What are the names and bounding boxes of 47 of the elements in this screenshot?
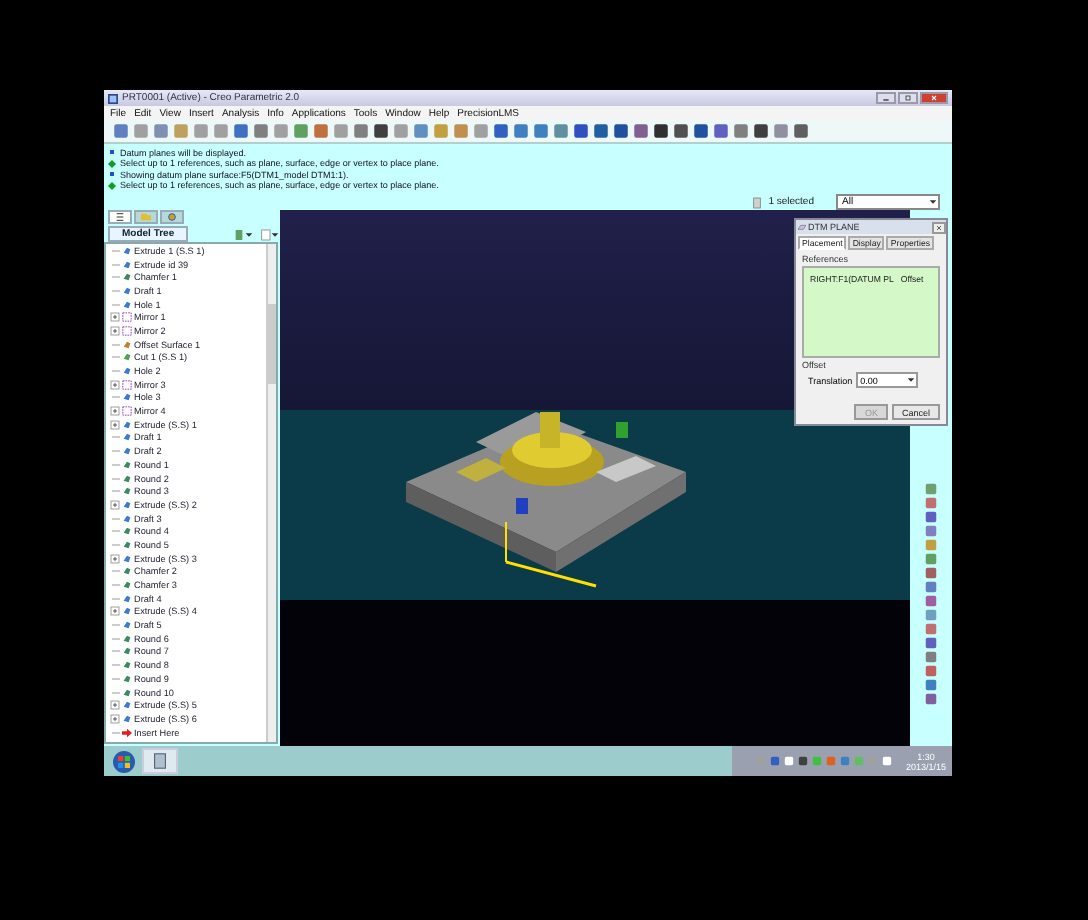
feature-icon	[122, 392, 132, 403]
app-icon	[108, 93, 118, 103]
tree-line-icon	[110, 299, 120, 310]
prompt-icon	[108, 159, 116, 168]
insert-arrow-icon	[122, 727, 132, 738]
minimize-icon	[878, 94, 894, 102]
expand-icon[interactable]	[110, 713, 120, 724]
tree-line-icon	[110, 687, 120, 698]
tree-line-icon	[110, 245, 120, 256]
minimize-button[interactable]	[876, 92, 896, 104]
expand-icon[interactable]	[110, 606, 120, 617]
tree-line-icon	[110, 392, 120, 403]
close-button[interactable]	[920, 92, 948, 104]
expand-icon[interactable]	[110, 553, 120, 564]
circle-icon	[162, 212, 182, 222]
expand-icon[interactable]	[110, 700, 120, 711]
info-icon	[108, 148, 116, 157]
scrollbar[interactable]	[266, 244, 276, 742]
expand-icon[interactable]	[110, 499, 120, 510]
expand-icon[interactable]	[110, 312, 120, 323]
mirror-icon	[122, 379, 132, 390]
datum-plane-icon	[798, 223, 806, 231]
dropdown-arrow-icon	[906, 376, 917, 384]
expand-icon[interactable]	[110, 406, 120, 417]
start-button[interactable]	[112, 749, 136, 773]
expand-icon[interactable]	[110, 325, 120, 336]
maximize-icon	[900, 94, 916, 102]
mirror-icon	[122, 406, 132, 417]
tree-line-icon	[110, 432, 120, 443]
expand-icon[interactable]	[110, 379, 120, 390]
close-button[interactable]	[932, 221, 946, 233]
tree-settings-icon[interactable]	[234, 227, 254, 241]
tree-line-icon	[110, 727, 120, 738]
info-icon	[108, 170, 116, 179]
tree-tab[interactable]	[108, 210, 132, 224]
dropdown-arrow-icon	[928, 198, 938, 206]
maximize-button[interactable]	[898, 92, 918, 104]
selection-icon[interactable]	[752, 195, 763, 209]
tree-tab[interactable]	[160, 210, 184, 224]
tree-line-icon	[110, 566, 120, 577]
taskbar-app-button[interactable]	[142, 748, 178, 774]
folder-icon	[136, 212, 156, 222]
expand-icon[interactable]	[110, 419, 120, 430]
show-menu-icon[interactable]	[260, 227, 280, 241]
tree-line-icon	[110, 366, 120, 377]
prompt-icon	[108, 181, 116, 190]
close-icon	[934, 223, 944, 231]
